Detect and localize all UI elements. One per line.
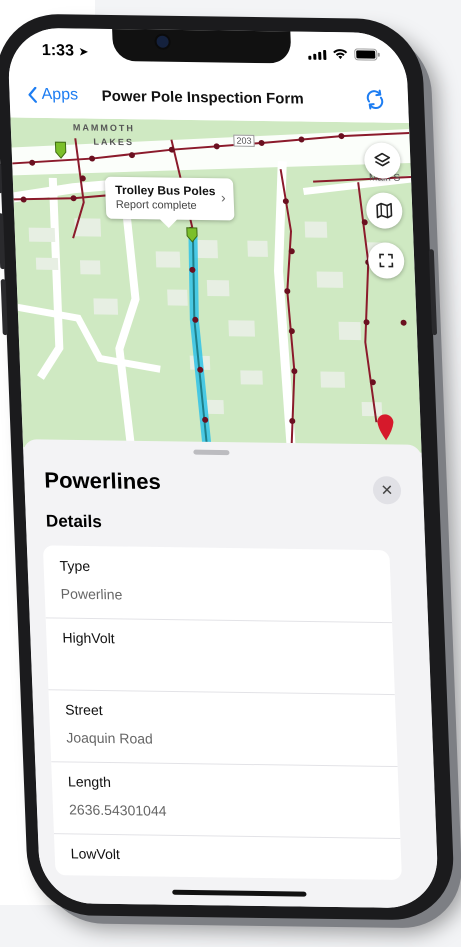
notch [112,27,292,64]
field-label: LowVolt [70,845,121,863]
wifi-icon [333,49,348,60]
map-buildings [28,218,391,417]
layers-icon [374,152,391,167]
map-roads [11,129,412,452]
status-time: 1:33 ➤ [42,42,89,61]
sheet-title: Powerlines [43,467,162,495]
field-value: 2636.54301044 [68,801,167,819]
field-label: HighVolt [62,629,115,647]
field-label: Type [59,557,91,575]
field-label: Length [67,773,112,791]
volume-up-button [0,213,6,270]
field-type[interactable]: Type Powerline [42,545,393,624]
field-value: Powerline [60,585,123,603]
section-title: Details [45,511,103,532]
callout-subtitle: Report complete [115,198,197,212]
sync-icon [366,89,384,110]
battery-icon [354,48,380,61]
chevron-right-icon: › [220,189,226,206]
map-icon [376,202,393,219]
sheet-grabber[interactable] [193,449,230,456]
field-label: Street [64,701,103,719]
phone-mockup: 1:33 ➤ Apps Power Pole Inspection Form M… [0,0,461,935]
expand-icon [379,253,394,268]
map-label-route: 203 [233,134,255,147]
close-icon: ✕ [380,482,394,500]
details-card: Type Powerline HighVolt Street Joaquin R… [42,545,402,880]
page-title: Power Pole Inspection Form [101,87,304,108]
chevron-left-icon [28,86,37,103]
status-icons [308,48,381,61]
callout-title: Trolley Bus Poles [115,182,216,199]
sync-button[interactable] [364,88,387,115]
close-button[interactable]: ✕ [372,476,402,505]
map-label-area-1: MAMMOTH [72,122,136,134]
red-pin-icon[interactable] [377,414,394,441]
map-view[interactable]: MAMMOTH LAKES 203 Main S Trolley Bus Pol… [10,117,422,453]
volume-down-button [0,279,8,336]
navigation-bar: Apps Power Pole Inspection Form [8,73,409,124]
power-button [428,249,438,336]
back-button-label: Apps [41,85,79,104]
mute-switch [0,163,3,194]
map-label-area-2: LAKES [93,136,135,148]
location-arrow-icon: ➤ [78,44,89,59]
field-length[interactable]: Length 2636.54301044 [51,761,401,840]
field-value: Joaquin Road [65,729,154,747]
back-button[interactable]: Apps [27,86,78,105]
status-time-text: 1:33 [41,42,75,60]
map-callout[interactable]: Trolley Bus Poles Report complete › [104,176,235,221]
phone-screen: 1:33 ➤ Apps Power Pole Inspection Form M… [6,27,440,909]
field-lowvolt[interactable]: LowVolt [54,833,402,880]
camera-icon [156,35,169,48]
cellular-signal-icon [308,49,327,60]
details-sheet: Powerlines ✕ Details Type Powerline High… [22,439,440,909]
field-street[interactable]: Street Joaquin Road [48,689,398,768]
field-highvolt[interactable]: HighVolt [45,617,395,696]
